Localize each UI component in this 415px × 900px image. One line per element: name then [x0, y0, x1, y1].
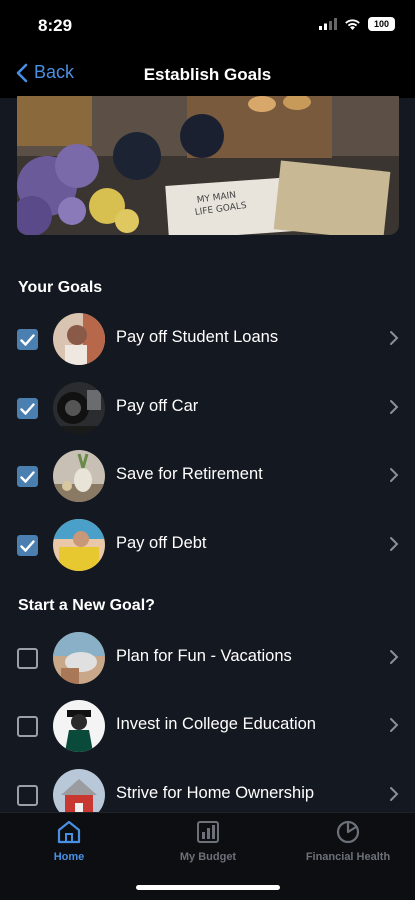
- nav-bar: Back Establish Goals: [0, 52, 415, 98]
- checkbox-checked[interactable]: [17, 535, 38, 556]
- status-time: 8:29: [38, 16, 73, 35]
- pie-chart-icon: [336, 820, 360, 844]
- tab-label: Financial Health: [305, 851, 391, 863]
- goal-row-college[interactable]: Invest in College Education: [0, 697, 415, 759]
- budget-icon: [197, 821, 219, 843]
- hero-image: MY MAIN LIFE GOALS: [17, 96, 399, 235]
- goal-label: Pay off Student Loans: [116, 328, 279, 346]
- chevron-right-icon: [390, 650, 399, 664]
- tab-label: Home: [53, 851, 85, 863]
- chevron-right-icon: [390, 787, 399, 801]
- goal-label: Pay off Debt: [116, 534, 207, 552]
- tab-label: My Budget: [179, 851, 237, 863]
- student-loans-photo: [53, 313, 105, 365]
- new-goal-heading: Start a New Goal?: [18, 597, 155, 614]
- battery-icon: 100: [368, 17, 395, 31]
- page-title: Establish Goals: [143, 65, 272, 84]
- checkbox-checked[interactable]: [17, 466, 38, 487]
- checkmark-icon: [20, 333, 35, 346]
- chevron-right-icon: [390, 331, 399, 345]
- tab-home[interactable]: Home: [46, 819, 92, 863]
- checkmark-icon: [20, 402, 35, 415]
- goal-row-student-loans[interactable]: Pay off Student Loans: [0, 310, 415, 372]
- graduation-photo: [53, 700, 105, 752]
- your-goals-heading: Your Goals: [18, 279, 103, 296]
- checkbox-checked[interactable]: [17, 398, 38, 419]
- goal-label: Save for Retirement: [116, 465, 263, 483]
- tab-my-budget[interactable]: My Budget: [172, 819, 244, 863]
- goal-row-car[interactable]: Pay off Car: [0, 379, 415, 441]
- chevron-right-icon: [390, 718, 399, 732]
- home-indicator[interactable]: [136, 885, 280, 890]
- retirement-photo: [53, 450, 105, 502]
- goal-label: Invest in College Education: [116, 715, 316, 733]
- tab-financial-health[interactable]: Financial Health: [300, 819, 396, 863]
- checkbox-unchecked[interactable]: [17, 716, 38, 737]
- home-icon: [57, 820, 81, 844]
- checkbox-unchecked[interactable]: [17, 648, 38, 669]
- debt-photo: [53, 519, 105, 571]
- goal-row-vacations[interactable]: Plan for Fun - Vacations: [0, 629, 415, 691]
- chevron-right-icon: [390, 537, 399, 551]
- checkbox-unchecked[interactable]: [17, 785, 38, 806]
- vacation-photo: [53, 632, 105, 684]
- status-bar: 8:29 100: [0, 0, 415, 52]
- chevron-right-icon: [390, 468, 399, 482]
- checkmark-icon: [20, 539, 35, 552]
- status-icons: 100: [319, 17, 395, 31]
- goal-label: Strive for Home Ownership: [116, 784, 315, 802]
- wifi-icon: [345, 19, 360, 30]
- checkmark-icon: [20, 470, 35, 483]
- car-photo: [53, 382, 105, 434]
- goal-row-retirement[interactable]: Save for Retirement: [0, 447, 415, 509]
- chevron-right-icon: [390, 400, 399, 414]
- checkbox-checked[interactable]: [17, 329, 38, 350]
- goal-label: Pay off Car: [116, 397, 199, 415]
- goal-row-debt[interactable]: Pay off Debt: [0, 516, 415, 578]
- signal-icon: [319, 18, 337, 30]
- goal-label: Plan for Fun - Vacations: [116, 647, 292, 665]
